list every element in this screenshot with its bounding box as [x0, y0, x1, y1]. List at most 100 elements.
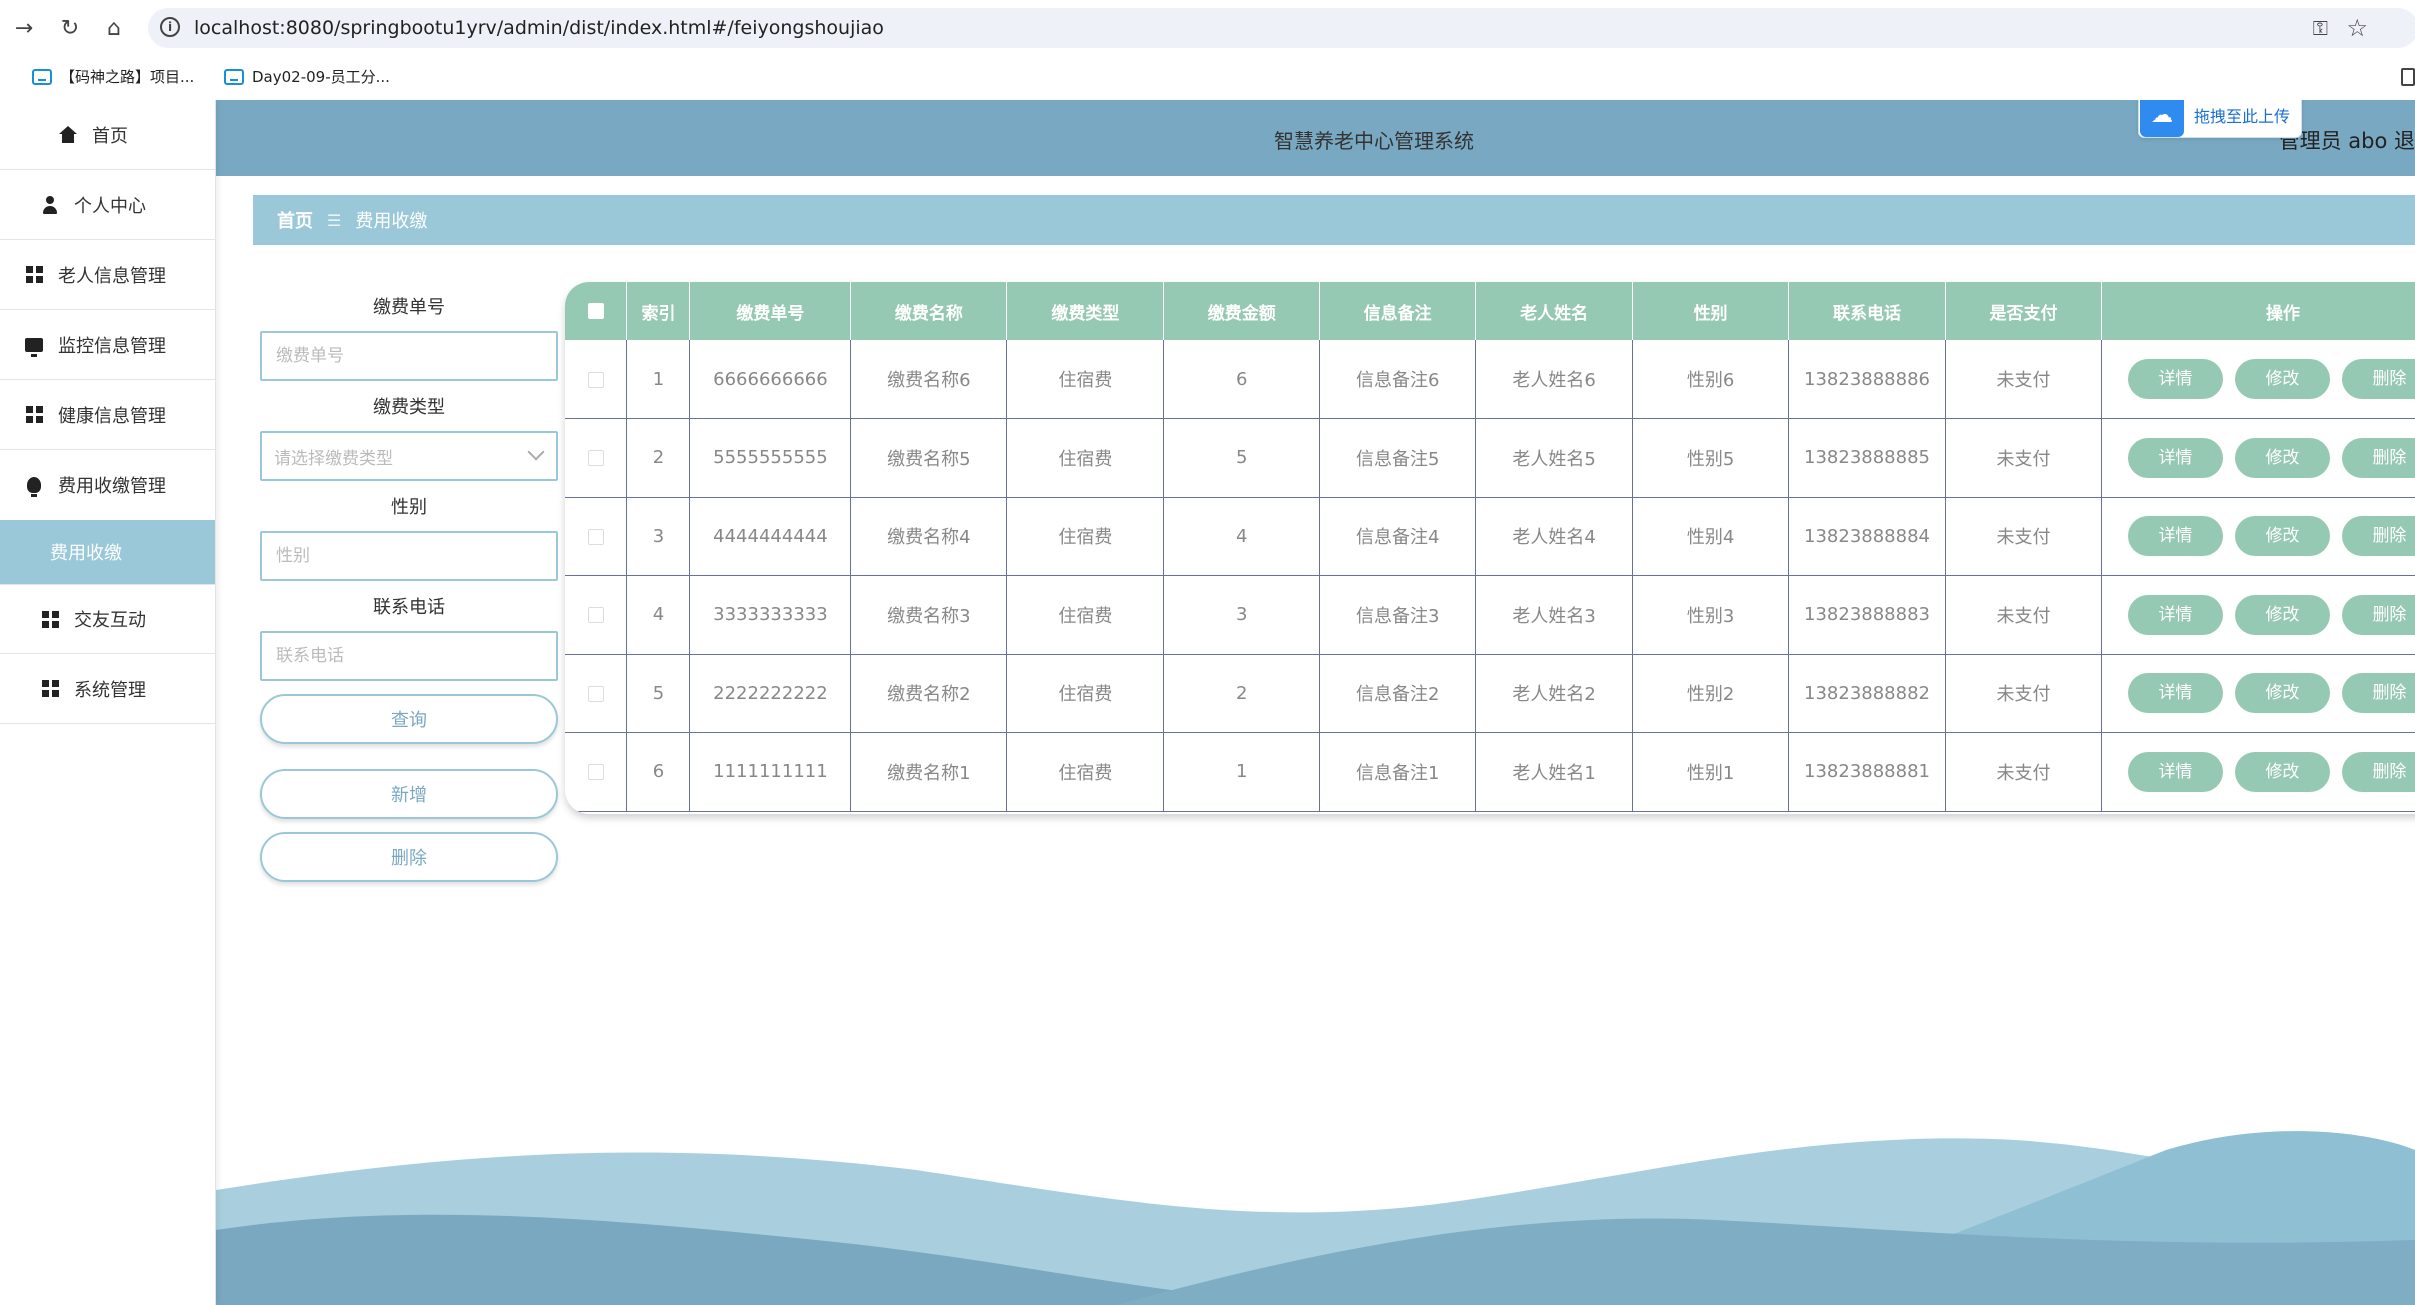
table-cell: 住宿费 — [1006, 732, 1165, 812]
table-cell: 4444444444 — [689, 497, 852, 576]
add-button[interactable]: 新增 — [260, 769, 558, 819]
sidebar-item-label: 健康信息管理 — [58, 405, 166, 427]
table-cell: 信息备注3 — [1319, 575, 1477, 655]
edit-button[interactable]: 修改 — [2234, 594, 2330, 635]
detail-button[interactable]: 详情 — [2127, 751, 2223, 792]
table-cell: 6666666666 — [689, 340, 852, 419]
gender-input[interactable] — [260, 531, 558, 581]
table-row: 1 6666666666 缴费名称6 住宿费 6 信息备注6 老人姓名6 性别6 1382388… — [565, 340, 2415, 419]
drag-upload-widget[interactable]: ☁ 拖拽至此上传 — [2138, 100, 2302, 138]
select-all-checkbox[interactable] — [565, 282, 628, 340]
edit-button[interactable]: 修改 — [2234, 437, 2330, 478]
site-info-icon[interactable]: i — [160, 17, 180, 37]
bookmark-item[interactable]: 【码神之路】项目... — [32, 66, 194, 87]
sidebar-item-label: 系统管理 — [74, 679, 146, 701]
row-checkbox[interactable] — [565, 575, 628, 655]
address-bar[interactable]: i localhost:8080/springbootu1yrv/admin/d… — [148, 8, 2415, 48]
order-no-label: 缴费单号 — [373, 297, 445, 318]
table-cell: 5555555555 — [689, 418, 852, 498]
home-button-icon[interactable]: ⌂ — [100, 14, 128, 42]
table-cell: 未支付 — [1945, 340, 2102, 419]
table-cell: 老人姓名2 — [1475, 654, 1634, 733]
delete-button[interactable]: 删除 — [2341, 437, 2415, 478]
column-header: 缴费名称 — [850, 282, 1008, 340]
table-cell: 老人姓名1 — [1475, 732, 1634, 812]
edit-button[interactable]: 修改 — [2234, 359, 2330, 399]
type-select-placeholder: 请选择缴费类型 — [274, 448, 393, 469]
sidebar-item-profile[interactable]: 个人中心 — [0, 170, 215, 240]
fee-table: 索引 缴费单号 缴费名称 缴费类型 缴费金额 信息备注 老人姓名 性别 联系电话… — [565, 282, 2415, 812]
table-cell: 缴费名称3 — [850, 575, 1008, 655]
forward-arrow-icon[interactable]: → — [10, 14, 38, 42]
query-button[interactable]: 查询 — [260, 694, 558, 744]
table-cell: 13823888881 — [1788, 732, 1946, 812]
actions-cell: 详情 修改 删除 — [2100, 654, 2415, 733]
reload-icon[interactable]: ↻ — [56, 14, 84, 42]
table-cell: 缴费名称5 — [850, 418, 1008, 498]
sidebar-item-social[interactable]: 交友互动 — [0, 584, 215, 654]
table-cell: 缴费名称2 — [850, 654, 1008, 733]
detail-button[interactable]: 详情 — [2127, 437, 2223, 478]
breadcrumb-separator-icon: ☰ — [327, 210, 342, 230]
row-checkbox[interactable] — [565, 732, 628, 812]
url-text[interactable]: localhost:8080/springbootu1yrv/admin/dis… — [194, 17, 884, 39]
table-cell: 2222222222 — [689, 654, 852, 733]
table-cell: 13823888885 — [1788, 418, 1946, 498]
batch-delete-button[interactable]: 删除 — [260, 832, 558, 882]
table-cell: 2 — [626, 418, 691, 498]
sidebar-item-home[interactable]: 首页 — [0, 100, 215, 170]
sidebar: 首页 个人中心 老人信息管理 监控信息管理 健康信息管理 费用收缴管理 费用收缴… — [0, 100, 216, 1305]
sidebar-item-label: 个人中心 — [74, 195, 146, 217]
order-no-input[interactable] — [260, 331, 558, 381]
table-cell: 13823888886 — [1788, 340, 1946, 419]
row-checkbox[interactable] — [565, 418, 628, 498]
breadcrumb: 首页 ☰ 费用收缴 — [253, 195, 2415, 245]
sidebar-item-label: 监控信息管理 — [58, 335, 166, 357]
monitor-icon — [24, 335, 44, 357]
table-cell: 未支付 — [1945, 418, 2102, 498]
detail-button[interactable]: 详情 — [2127, 673, 2223, 714]
delete-button[interactable]: 删除 — [2341, 359, 2415, 399]
browser-toolbar: → ↻ ⌂ i localhost:8080/springbootu1yrv/a… — [0, 0, 2415, 56]
row-checkbox[interactable] — [565, 654, 628, 733]
other-bookmarks-icon[interactable] — [2401, 68, 2415, 86]
row-checkbox[interactable] — [565, 497, 628, 576]
table-cell: 6 — [626, 732, 691, 812]
edit-button[interactable]: 修改 — [2234, 516, 2330, 557]
app-root: 首页 个人中心 老人信息管理 监控信息管理 健康信息管理 费用收缴管理 费用收缴… — [0, 100, 2415, 1305]
table-cell: 3 — [1163, 575, 1321, 655]
cloud-upload-icon: ☁ — [2140, 100, 2184, 137]
table-cell: 13823888884 — [1788, 497, 1946, 576]
sidebar-item-label: 老人信息管理 — [58, 265, 166, 287]
table-row: 3 4444444444 缴费名称4 住宿费 4 信息备注4 老人姓名4 性别4 1382388… — [565, 497, 2415, 576]
sidebar-item-fee-collection[interactable]: 费用收缴 — [0, 520, 215, 584]
sidebar-item-monitor-info[interactable]: 监控信息管理 — [0, 310, 215, 380]
detail-button[interactable]: 详情 — [2127, 516, 2223, 557]
column-header: 缴费类型 — [1006, 282, 1165, 340]
delete-button[interactable]: 删除 — [2341, 673, 2415, 714]
table-cell: 缴费名称4 — [850, 497, 1008, 576]
sidebar-item-fee-management[interactable]: 费用收缴管理 — [0, 450, 215, 520]
type-select[interactable]: 请选择缴费类型 — [260, 431, 558, 481]
table-cell: 老人姓名3 — [1475, 575, 1634, 655]
bookmark-star-icon[interactable]: ☆ — [2346, 14, 2368, 42]
sidebar-item-elderly-info[interactable]: 老人信息管理 — [0, 240, 215, 310]
row-checkbox[interactable] — [565, 340, 628, 419]
table-cell: 信息备注5 — [1319, 418, 1477, 498]
detail-button[interactable]: 详情 — [2127, 359, 2223, 399]
table-cell: 4 — [626, 575, 691, 655]
edit-button[interactable]: 修改 — [2234, 751, 2330, 792]
bookmark-item[interactable]: Day02-09-员工分... — [224, 66, 390, 87]
detail-button[interactable]: 详情 — [2127, 594, 2223, 635]
edit-button[interactable]: 修改 — [2234, 673, 2330, 714]
table-cell: 信息备注2 — [1319, 654, 1477, 733]
delete-button[interactable]: 删除 — [2341, 516, 2415, 557]
delete-button[interactable]: 删除 — [2341, 594, 2415, 635]
sidebar-item-system[interactable]: 系统管理 — [0, 654, 215, 724]
password-key-icon[interactable]: ⚿ — [2313, 16, 2328, 40]
sidebar-item-label: 费用收缴 — [50, 543, 122, 564]
phone-input[interactable] — [260, 631, 558, 681]
sidebar-item-health-info[interactable]: 健康信息管理 — [0, 380, 215, 450]
delete-button[interactable]: 删除 — [2341, 751, 2415, 792]
breadcrumb-home[interactable]: 首页 — [277, 207, 313, 233]
